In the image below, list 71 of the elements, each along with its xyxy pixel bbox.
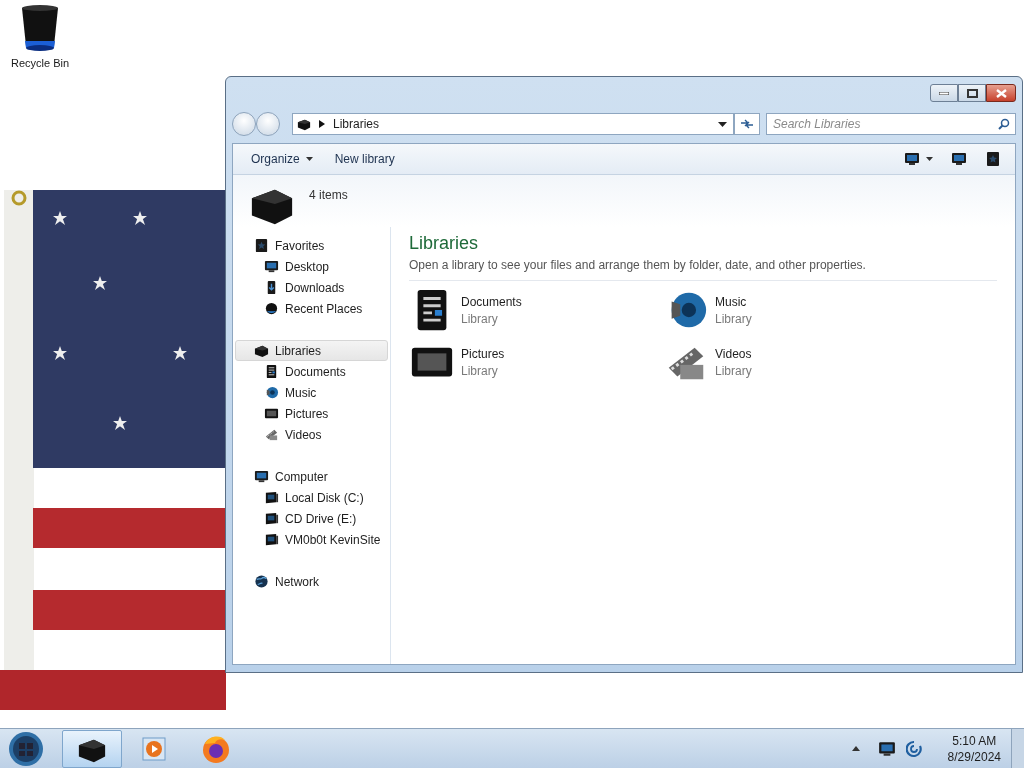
library-item[interactable]: Videos Library bbox=[663, 339, 917, 385]
library-name: Music bbox=[715, 294, 748, 309]
nav-item[interactable]: Libraries bbox=[235, 340, 388, 361]
globe-icon bbox=[254, 574, 269, 589]
monitor-icon bbox=[254, 469, 269, 484]
drive-icon bbox=[264, 532, 279, 547]
library-type: Library bbox=[461, 363, 499, 378]
play-icon bbox=[142, 736, 166, 761]
nav-item[interactable]: Desktop bbox=[233, 256, 390, 277]
library-name: Pictures bbox=[461, 346, 505, 361]
close-icon bbox=[995, 88, 1007, 98]
taskbar-clock[interactable]: 5:10 AM 8/29/2024 bbox=[947, 733, 1001, 764]
minimize-icon bbox=[939, 91, 949, 95]
start-button[interactable] bbox=[6, 730, 46, 767]
bin-icon bbox=[20, 5, 60, 53]
library-item[interactable]: Pictures Library bbox=[409, 339, 663, 385]
maximize-icon bbox=[966, 88, 978, 98]
library-item[interactable]: Documents Library bbox=[409, 287, 663, 333]
library-type: Library bbox=[461, 311, 499, 326]
toolbar-button[interactable]: New library bbox=[326, 149, 403, 169]
item-count: 4 items bbox=[309, 188, 348, 202]
monitor-icon[interactable] bbox=[877, 739, 896, 758]
nav-item[interactable]: Network bbox=[233, 571, 390, 592]
nav-item[interactable]: Music bbox=[233, 382, 390, 403]
minimize-button[interactable] bbox=[930, 84, 958, 102]
chevron-right-icon bbox=[319, 120, 325, 128]
library-type: Library bbox=[715, 363, 752, 378]
nav-item[interactable]: Pictures bbox=[233, 403, 390, 424]
box-icon bbox=[254, 343, 269, 358]
speaker-icon bbox=[264, 385, 279, 400]
library-type: Library bbox=[715, 311, 752, 326]
close-button[interactable] bbox=[986, 84, 1016, 102]
circular-arrows-icon[interactable] bbox=[905, 739, 922, 758]
toolbar-button[interactable]: Organize bbox=[243, 149, 321, 169]
page-heading: Libraries bbox=[409, 233, 480, 254]
library-name: Videos bbox=[715, 346, 752, 361]
drive-icon bbox=[264, 490, 279, 505]
monitor-icon bbox=[264, 259, 279, 274]
description-text: Open a library to see your files and arrange them by folder, date, and other properties. bbox=[409, 258, 867, 272]
address-bar[interactable]: Libraries bbox=[292, 113, 734, 135]
picture-frame-icon bbox=[264, 406, 279, 421]
maximize-button[interactable] bbox=[958, 84, 986, 102]
library-item[interactable]: Music Library bbox=[663, 287, 917, 333]
search-icon bbox=[998, 118, 1010, 130]
film-icon bbox=[264, 427, 279, 442]
nav-item[interactable]: Computer bbox=[233, 466, 390, 487]
caret-icon bbox=[305, 157, 313, 161]
desktop-shortcut[interactable]: Recycle Bin bbox=[4, 5, 76, 69]
breadcrumb[interactable]: Libraries bbox=[333, 117, 380, 131]
nav-item[interactable]: Local Disk (C:) bbox=[233, 487, 390, 508]
nav-item[interactable]: CD Drive (E:) bbox=[233, 508, 390, 529]
nav-item[interactable]: VM0b0t KevinSite bbox=[233, 529, 390, 550]
document-icon bbox=[264, 364, 279, 379]
refresh-icon bbox=[740, 118, 754, 130]
box-icon bbox=[297, 117, 311, 131]
nav-item[interactable]: Downloads bbox=[233, 277, 390, 298]
refresh-button[interactable] bbox=[734, 113, 760, 135]
drive-icon bbox=[264, 511, 279, 526]
taskbar-button[interactable] bbox=[62, 729, 122, 768]
nav-item[interactable]: Favorites bbox=[233, 235, 390, 256]
nav-item[interactable]: Recent Places bbox=[233, 298, 390, 319]
caret-icon bbox=[926, 157, 933, 161]
nav-item[interactable]: Documents bbox=[233, 361, 390, 382]
chevron-up-icon[interactable] bbox=[851, 746, 860, 751]
start-orb-icon bbox=[8, 730, 44, 767]
dropdown-caret-icon bbox=[718, 121, 727, 127]
nav-item[interactable]: Videos bbox=[233, 424, 390, 445]
monitor-icon bbox=[951, 151, 967, 167]
monitor-icon bbox=[904, 151, 920, 167]
search-field[interactable]: Search Libraries bbox=[766, 113, 1016, 135]
library-name: Documents bbox=[461, 294, 522, 309]
